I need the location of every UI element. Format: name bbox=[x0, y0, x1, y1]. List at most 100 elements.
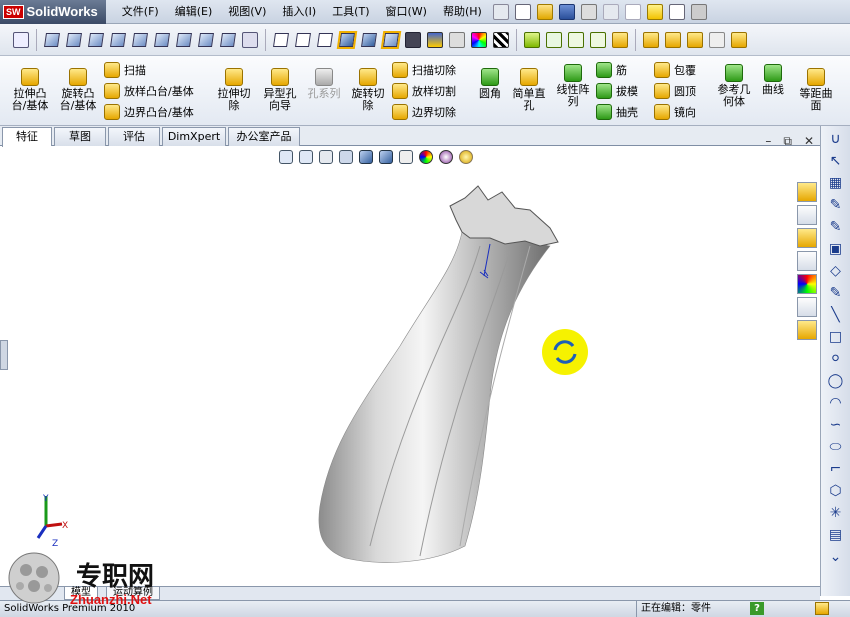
hidden-lines-removed-icon[interactable] bbox=[317, 32, 333, 47]
sketch-icon[interactable]: ✎ bbox=[827, 196, 845, 214]
grid-icon[interactable]: ▦ bbox=[827, 174, 845, 192]
appearance-icon[interactable] bbox=[427, 31, 443, 48]
sweep-cut-button[interactable]: 扫描切除 bbox=[392, 60, 456, 80]
fillet-icon[interactable]: ⌐ bbox=[827, 460, 845, 478]
zebra-stripes-icon[interactable] bbox=[493, 31, 509, 48]
tab-office-products[interactable]: 办公室产品 bbox=[228, 127, 300, 146]
front-view-icon[interactable] bbox=[44, 32, 60, 47]
loft-boss-button[interactable]: 放样凸台/基体 bbox=[104, 81, 194, 101]
zoom-to-fit-icon[interactable] bbox=[279, 150, 293, 164]
view-settings-icon[interactable] bbox=[459, 150, 473, 164]
revolve-boss-button[interactable]: 旋转凸 台/基体 bbox=[56, 68, 100, 112]
hidden-lines-visible-icon[interactable] bbox=[295, 32, 311, 47]
tab-dimxpert[interactable]: DimXpert bbox=[162, 127, 226, 146]
smart-dimension-icon[interactable]: ◇ bbox=[827, 262, 845, 280]
file-properties-icon[interactable] bbox=[668, 3, 685, 20]
menu-tools[interactable]: 工具(T) bbox=[324, 0, 377, 24]
tab-features[interactable]: 特征 bbox=[2, 127, 52, 147]
wrap-button[interactable]: 包覆 bbox=[654, 60, 696, 80]
expand-chevron-icon[interactable]: ⌄ bbox=[827, 548, 845, 566]
3d-sketch-icon[interactable]: ✎ bbox=[827, 218, 845, 236]
rectangle-icon[interactable]: □ bbox=[827, 328, 845, 346]
undo-icon[interactable] bbox=[602, 3, 619, 20]
display-delete-relations-icon[interactable] bbox=[709, 31, 725, 48]
3d-sketch-icon[interactable] bbox=[643, 31, 659, 48]
slot-icon[interactable]: ⚪ bbox=[827, 350, 845, 368]
select-arrow-icon[interactable] bbox=[624, 3, 641, 20]
offset-surface-button[interactable]: 等距曲 面 bbox=[794, 68, 838, 112]
menu-help[interactable]: 帮助(H) bbox=[435, 0, 490, 24]
simple-hole-button[interactable]: 简单直 孔 bbox=[508, 68, 550, 112]
tab-evaluate[interactable]: 评估 bbox=[108, 127, 160, 146]
hole-series-button[interactable]: 孔系列 bbox=[302, 68, 346, 100]
shadows-icon[interactable] bbox=[405, 31, 421, 48]
right-view-icon[interactable] bbox=[110, 32, 126, 47]
zoom-to-area-icon[interactable] bbox=[299, 150, 313, 164]
edit-sketch-icon[interactable] bbox=[665, 31, 681, 48]
boundary-cut-button[interactable]: 边界切除 bbox=[392, 102, 456, 122]
point-icon[interactable] bbox=[590, 31, 606, 48]
rebuild-indicator-icon[interactable] bbox=[542, 329, 588, 375]
help-icon[interactable]: ? bbox=[750, 602, 764, 615]
hole-wizard-button[interactable]: 异型孔 向导 bbox=[258, 68, 302, 112]
circle-icon[interactable]: ◯ bbox=[827, 372, 845, 390]
extrude-cut-button[interactable]: 拉伸切 除 bbox=[212, 68, 256, 112]
ellipse-icon[interactable]: ⬭ bbox=[827, 438, 845, 456]
edit-sketch-icon[interactable]: ✎ bbox=[827, 284, 845, 302]
pin-icon[interactable] bbox=[492, 3, 509, 20]
file-explorer-icon[interactable] bbox=[797, 228, 817, 248]
trimetric-view-icon[interactable] bbox=[198, 32, 214, 47]
dimetric-view-icon[interactable] bbox=[220, 32, 236, 47]
magnet-icon[interactable]: ∪ bbox=[827, 130, 845, 148]
graphics-area[interactable]: Y X Z bbox=[10, 146, 820, 586]
open-folder-icon[interactable] bbox=[536, 3, 553, 20]
section-view-icon[interactable] bbox=[339, 150, 353, 164]
reference-geometry-button[interactable]: 参考几 何体 bbox=[712, 64, 756, 108]
view-selector-icon[interactable] bbox=[242, 31, 258, 48]
sketch-picture-icon[interactable]: ▣ bbox=[827, 240, 845, 258]
print-icon[interactable] bbox=[580, 3, 597, 20]
menu-window[interactable]: 窗口(W) bbox=[378, 0, 435, 24]
point-icon[interactable]: ✳ bbox=[827, 504, 845, 522]
apply-scene-icon[interactable] bbox=[439, 150, 453, 164]
mirror-button[interactable]: 镜向 bbox=[654, 102, 696, 122]
menu-edit[interactable]: 编辑(E) bbox=[167, 0, 221, 24]
spline-icon[interactable]: ∽ bbox=[827, 416, 845, 434]
document-recovery-icon[interactable] bbox=[797, 320, 817, 340]
normal-to-icon[interactable] bbox=[13, 31, 29, 48]
rebuild-status-icon[interactable] bbox=[815, 602, 829, 615]
custom-properties-icon[interactable] bbox=[797, 297, 817, 317]
line-icon[interactable]: ╲ bbox=[827, 306, 845, 324]
boundary-boss-button[interactable]: 边界凸台/基体 bbox=[104, 102, 194, 122]
back-view-icon[interactable] bbox=[66, 32, 82, 47]
view-orientation-icon[interactable] bbox=[359, 150, 373, 164]
smart-dimension-icon[interactable] bbox=[546, 31, 562, 48]
bottom-view-icon[interactable] bbox=[154, 32, 170, 47]
section-view-icon[interactable] bbox=[380, 30, 402, 49]
wireframe-icon[interactable] bbox=[273, 32, 289, 47]
options-icon[interactable] bbox=[690, 3, 707, 20]
solidworks-resources-icon[interactable] bbox=[797, 182, 817, 202]
centerline-icon[interactable]: ▤ bbox=[827, 526, 845, 544]
hide-show-items-icon[interactable] bbox=[399, 150, 413, 164]
loft-cut-button[interactable]: 放样切割 bbox=[392, 81, 456, 101]
select-icon[interactable]: ↖ bbox=[827, 152, 845, 170]
menu-insert[interactable]: 插入(I) bbox=[274, 0, 324, 24]
revolve-cut-button[interactable]: 旋转切 除 bbox=[346, 68, 390, 112]
extrude-boss-button[interactable]: 拉伸凸 台/基体 bbox=[8, 68, 52, 112]
left-view-icon[interactable] bbox=[88, 32, 104, 47]
instant3d-icon[interactable] bbox=[731, 31, 747, 48]
appearances-scenes-icon[interactable] bbox=[797, 274, 817, 294]
menu-file[interactable]: 文件(F) bbox=[114, 0, 167, 24]
vase-body[interactable] bbox=[318, 231, 551, 563]
sweep-button[interactable]: 扫描 bbox=[104, 60, 146, 80]
line-icon[interactable] bbox=[568, 31, 584, 48]
view-palette-icon[interactable] bbox=[797, 251, 817, 271]
shaded-with-edges-icon[interactable] bbox=[336, 30, 358, 49]
rebuild-icon[interactable] bbox=[646, 3, 663, 20]
isometric-view-icon[interactable] bbox=[176, 32, 192, 47]
linear-pattern-button[interactable]: 线性阵 列 bbox=[552, 64, 594, 108]
shell-button[interactable]: 抽壳 bbox=[596, 102, 638, 122]
curves-button[interactable]: 曲线 bbox=[756, 64, 790, 96]
draft-button[interactable]: 拔模 bbox=[596, 81, 638, 101]
